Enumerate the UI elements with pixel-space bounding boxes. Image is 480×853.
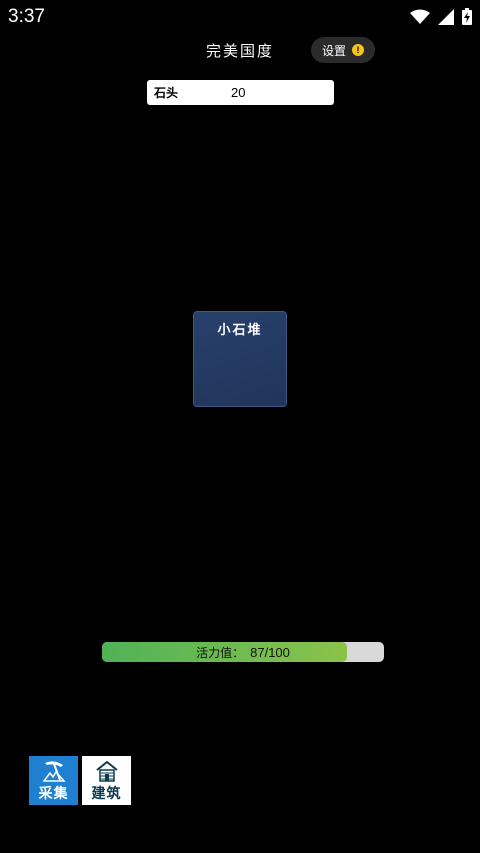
clock: 3:37 [8, 6, 45, 27]
pickaxe-icon [42, 760, 66, 783]
energy-bar: 活力值： 87/100 [102, 642, 384, 662]
status-icons [410, 8, 472, 25]
house-icon [95, 760, 119, 783]
stone-pile-label: 小石堆 [217, 323, 263, 338]
resource-bar: 石头 20 [147, 80, 334, 105]
gather-label: 采集 [38, 786, 69, 802]
settings-label: 设置 [321, 43, 346, 58]
build-label: 建筑 [91, 786, 122, 802]
gather-button[interactable]: 采集 [29, 756, 78, 805]
stone-pile-card[interactable]: 小石堆 [193, 311, 287, 407]
alert-icon: ! [352, 44, 364, 56]
energy-text: 活力值： 87/100 [102, 644, 384, 661]
build-button[interactable]: 建筑 [82, 756, 131, 805]
energy-value: 87/100 [250, 645, 290, 660]
energy-label: 活力值： [196, 646, 245, 660]
settings-button[interactable]: 设置 ! [311, 37, 375, 63]
battery-charging-icon [462, 8, 472, 25]
resource-value-stone: 20 [231, 85, 246, 100]
wifi-icon [410, 9, 430, 25]
page-title: 完美国度 [205, 42, 274, 60]
signal-icon [438, 8, 454, 25]
resource-name-stone: 石头 [154, 86, 179, 100]
status-bar: 3:37 [0, 0, 480, 34]
